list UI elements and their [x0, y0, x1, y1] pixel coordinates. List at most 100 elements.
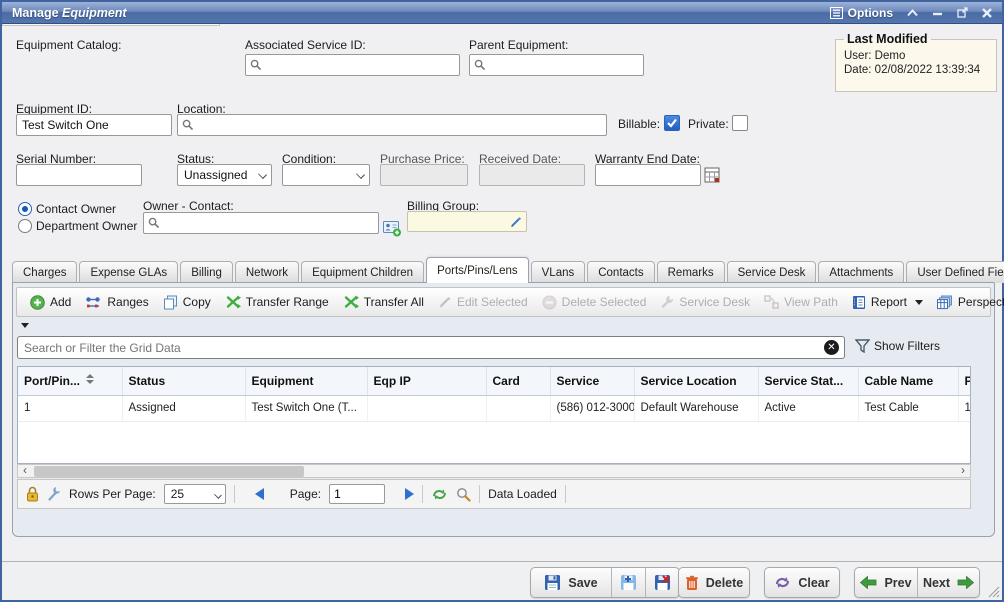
rows-per-page-select[interactable]: 25 [164, 484, 226, 504]
transfer-all-button[interactable]: Transfer All [336, 290, 431, 314]
column-header-cable-name[interactable]: Cable Name [858, 367, 958, 395]
last-modified-legend: Last Modified [844, 32, 931, 46]
copy-button[interactable]: Copy [156, 290, 218, 314]
tab-attachments[interactable]: Attachments [818, 261, 904, 283]
clear-search-icon[interactable]: ✕ [824, 340, 839, 355]
column-header-card[interactable]: Card [486, 367, 550, 395]
filter-funnel-icon [855, 339, 870, 353]
lock-icon[interactable] [26, 486, 39, 502]
billable-checkbox[interactable] [664, 115, 680, 131]
scrollbar-thumb[interactable] [34, 466, 304, 477]
associated-service-id-input[interactable] [245, 54, 460, 76]
chevron-down-icon [214, 491, 222, 499]
equipment-id-input[interactable] [16, 114, 172, 136]
tab-contacts[interactable]: Contacts [587, 261, 654, 283]
column-header-path[interactable]: P [958, 367, 971, 395]
tab-equipment-children[interactable]: Equipment Children [301, 261, 424, 283]
calendar-icon[interactable] [704, 166, 721, 184]
next-arrow-icon [957, 576, 974, 589]
associated-service-id-field [245, 54, 460, 76]
manage-equipment-window: Manage Equipment Options Equipment Catal… [0, 0, 1004, 602]
rows-per-page-label: Rows Per Page: [69, 487, 156, 501]
parent-equipment-input[interactable] [469, 54, 644, 76]
edit-pencil-icon [509, 215, 523, 229]
tab-network[interactable]: Network [235, 261, 299, 283]
column-header-status[interactable]: Status [122, 367, 245, 395]
options-button[interactable]: Options [830, 6, 893, 20]
tab-service-desk[interactable]: Service Desk [727, 261, 817, 283]
department-owner-radio[interactable] [18, 219, 32, 233]
report-button[interactable]: Report [845, 290, 930, 314]
column-header-service-location[interactable]: Service Location [634, 367, 758, 395]
collapse-icon[interactable] [907, 9, 918, 17]
chevron-down-icon [915, 300, 923, 305]
associated-service-id-label: Associated Service ID: [245, 38, 366, 52]
refresh-icon[interactable] [431, 487, 448, 502]
scroll-right-arrow[interactable]: › [956, 465, 970, 477]
column-header-service-status[interactable]: Service Stat... [758, 367, 858, 395]
view-path-button[interactable]: View Path [757, 290, 845, 314]
condition-select[interactable] [282, 164, 370, 186]
perspectives-button[interactable]: Perspectives [930, 290, 1004, 314]
save-and-close-button[interactable] [645, 568, 679, 597]
tab-charges[interactable]: Charges [12, 261, 77, 283]
transfer-range-button[interactable]: Transfer Range [218, 290, 336, 314]
minimize-icon[interactable] [932, 9, 943, 17]
add-contact-icon[interactable] [383, 220, 402, 237]
resize-grip[interactable] [986, 584, 1000, 598]
owner-contact-field [143, 212, 379, 234]
edit-pencil-icon [438, 295, 452, 309]
tab-billing[interactable]: Billing [180, 261, 233, 283]
column-header-equipment[interactable]: Equipment [245, 367, 367, 395]
tools-icon[interactable] [47, 486, 61, 502]
next-button[interactable]: Next [917, 568, 979, 597]
parent-equipment-label: Parent Equipment: [469, 38, 568, 52]
tab-expense-glas[interactable]: Expense GLAs [79, 261, 178, 283]
column-header-port-pin[interactable]: Port/Pin... [18, 367, 122, 395]
delete-selected-button[interactable]: Delete Selected [535, 290, 654, 314]
tab-user-defined-fields[interactable]: User Defined Fields [906, 261, 1004, 283]
scroll-left-arrow[interactable]: ‹ [18, 465, 32, 477]
warranty-end-date-input[interactable] [595, 164, 701, 186]
add-button[interactable]: Add [23, 290, 78, 314]
delete-button[interactable]: Delete [678, 567, 750, 598]
tab-vlans[interactable]: VLans [531, 261, 586, 283]
save-and-new-button[interactable] [611, 568, 645, 597]
owner-contact-input[interactable] [143, 212, 379, 234]
column-header-service[interactable]: Service [550, 367, 634, 395]
toolbar-overflow-caret[interactable] [21, 323, 29, 328]
show-filters-button[interactable]: Show Filters [855, 339, 940, 353]
column-header-eqp-ip[interactable]: Eqp IP [367, 367, 486, 395]
location-input[interactable] [177, 114, 607, 136]
footer-bar: Save Delete Clear Prev Next [2, 561, 1002, 600]
billable-label: Billable: [618, 117, 660, 131]
save-button[interactable]: Save [531, 568, 611, 597]
serial-number-field [16, 164, 142, 186]
previous-page-button[interactable] [255, 488, 264, 500]
owner-contact-label: Owner - Contact: [143, 199, 234, 213]
table-row[interactable]: 1 Assigned Test Switch One (T... (586) 0… [18, 395, 971, 421]
search-grid-icon[interactable] [456, 487, 471, 502]
edit-selected-button[interactable]: Edit Selected [431, 290, 535, 314]
contact-owner-radio[interactable] [18, 202, 32, 216]
tab-ports-pins-lens[interactable]: Ports/Pins/Lens [426, 257, 529, 283]
private-checkbox[interactable] [732, 115, 748, 131]
equipment-catalog-label: Equipment Catalog: [16, 38, 121, 52]
save-button-group: Save [530, 567, 680, 598]
clear-button[interactable]: Clear [764, 567, 840, 598]
tab-remarks[interactable]: Remarks [657, 261, 725, 283]
copy-icon [163, 295, 178, 310]
status-select[interactable]: Unassigned [177, 164, 272, 186]
serial-number-input[interactable] [16, 164, 142, 186]
next-page-button[interactable] [405, 488, 414, 500]
billing-group-field[interactable] [407, 211, 527, 232]
horizontal-scrollbar[interactable]: ‹ › [17, 464, 971, 478]
popout-icon[interactable] [957, 7, 968, 18]
service-desk-button[interactable]: Service Desk [653, 290, 757, 314]
received-date-input [479, 164, 585, 186]
page-number-input[interactable] [329, 484, 385, 504]
ranges-button[interactable]: Ranges [78, 290, 155, 314]
grid-search-input[interactable] [17, 336, 845, 359]
prev-button[interactable]: Prev [855, 568, 917, 597]
close-icon[interactable] [982, 8, 992, 18]
